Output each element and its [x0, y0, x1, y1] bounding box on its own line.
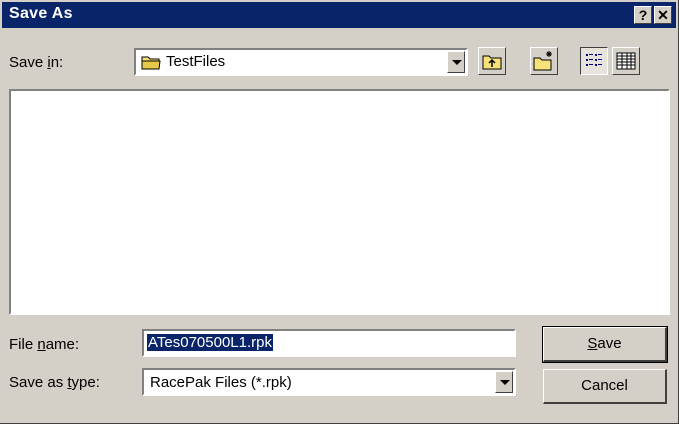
- up-one-level-button[interactable]: [478, 47, 506, 75]
- save-as-type-dropdown-arrow[interactable]: [495, 371, 513, 393]
- list-view-icon: [581, 48, 607, 74]
- up-one-level-icon: [479, 48, 505, 74]
- save-as-type-dropdown[interactable]: RacePak Files (*.rpk): [142, 368, 516, 396]
- window-title: Save As: [9, 5, 73, 22]
- file-name-input[interactable]: ATes070500L1.rpk: [142, 329, 516, 357]
- details-view-icon: [613, 48, 639, 74]
- file-name-value: ATes070500L1.rpk: [147, 334, 273, 351]
- save-in-value: TestFiles: [166, 53, 226, 70]
- save-as-dialog: Save As ? ✕ Save in: TestFiles File name…: [0, 0, 679, 424]
- help-button[interactable]: ?: [634, 6, 652, 24]
- save-in-dropdown-arrow[interactable]: [447, 51, 465, 73]
- title-bar[interactable]: Save As ? ✕: [2, 2, 676, 28]
- save-as-type-value: RacePak Files (*.rpk): [150, 374, 292, 391]
- cancel-button[interactable]: Cancel: [543, 369, 667, 404]
- save-button[interactable]: Save: [542, 326, 668, 363]
- save-as-type-label: Save as type:: [9, 374, 100, 391]
- save-in-label: Save in:: [9, 54, 64, 71]
- file-name-label: File name:: [9, 336, 80, 353]
- save-in-dropdown[interactable]: TestFiles: [134, 48, 468, 76]
- details-view-button[interactable]: [612, 47, 640, 75]
- close-button[interactable]: ✕: [654, 6, 672, 24]
- file-list[interactable]: [9, 89, 670, 315]
- new-folder-button[interactable]: [530, 47, 558, 75]
- new-folder-icon: [531, 48, 557, 74]
- list-view-button[interactable]: [580, 47, 608, 75]
- folder-icon: [141, 53, 161, 71]
